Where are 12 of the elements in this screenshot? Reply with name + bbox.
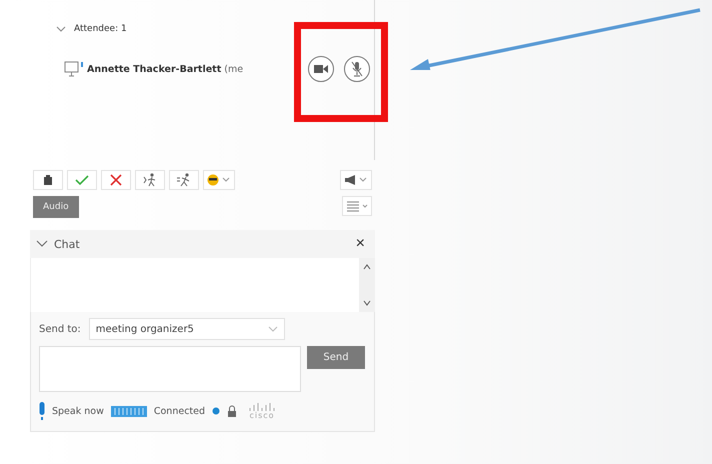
send-to-label: Send to: [39,324,81,334]
attendee-name: Annette Thacker-Bartlett [87,64,222,74]
connection-status: Connected [154,406,206,416]
close-button[interactable]: × [356,235,365,253]
audio-button[interactable]: Audio [33,196,79,218]
attendee-header: Attendee: 1 [74,24,127,34]
speak-now-label: Speak now [52,406,104,416]
attendee-role: (me [224,64,244,74]
chat-title: Chat [54,238,80,250]
logo-text: cisco [249,410,275,420]
recipient-dropdown[interactable]: meeting organizer5 [88,318,285,340]
send-button[interactable]: Send [307,346,365,369]
